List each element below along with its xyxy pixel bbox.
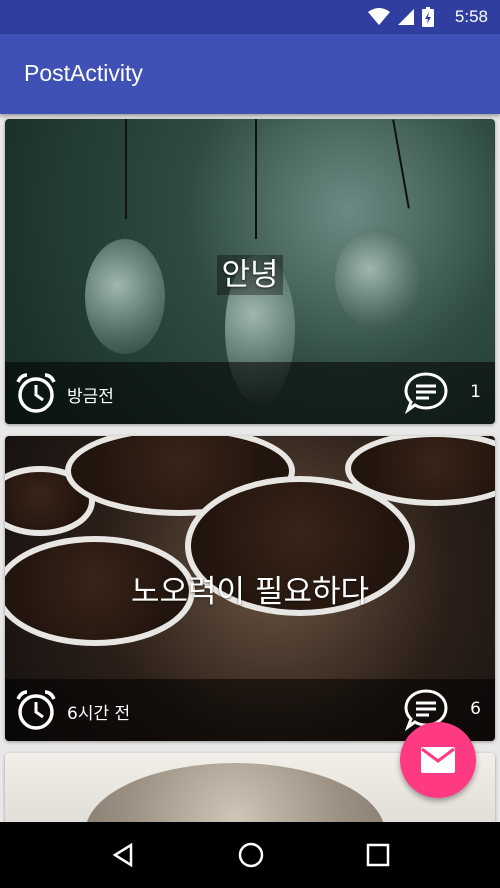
post-time: 6시간 전 (67, 704, 131, 724)
comment-count: 6 (470, 699, 481, 719)
alarm-clock-icon (16, 690, 56, 730)
wifi-icon (368, 8, 390, 25)
status-icons (368, 7, 434, 27)
app-title: PostActivity (24, 60, 143, 86)
post-card[interactable]: 안녕 방금전 1 (5, 119, 495, 424)
comment-icon[interactable] (403, 370, 449, 416)
home-icon[interactable] (237, 841, 265, 869)
comment-count: 1 (470, 382, 481, 402)
compose-fab[interactable] (400, 722, 476, 798)
app-bar: PostActivity (0, 34, 500, 114)
alarm-clock-icon (16, 373, 56, 413)
post-feed[interactable]: 안녕 방금전 1 노오력이 필요하다 6시간 전 6 (0, 114, 500, 822)
post-footer: 방금전 1 (5, 362, 495, 424)
recents-icon[interactable] (366, 843, 390, 867)
back-icon[interactable] (110, 842, 136, 868)
post-card[interactable]: 노오력이 필요하다 6시간 전 6 (5, 436, 495, 741)
status-time: 5:58 (454, 7, 488, 26)
signal-icon (398, 9, 414, 25)
post-time: 방금전 (67, 387, 114, 407)
kitten-photo (85, 763, 385, 822)
status-bar: 5:58 (0, 0, 500, 34)
mail-icon (421, 747, 455, 773)
post-title: 안녕 (5, 249, 495, 295)
battery-icon (422, 7, 434, 27)
nav-bar (0, 822, 500, 888)
post-title: 노오력이 필요하다 (130, 574, 369, 610)
